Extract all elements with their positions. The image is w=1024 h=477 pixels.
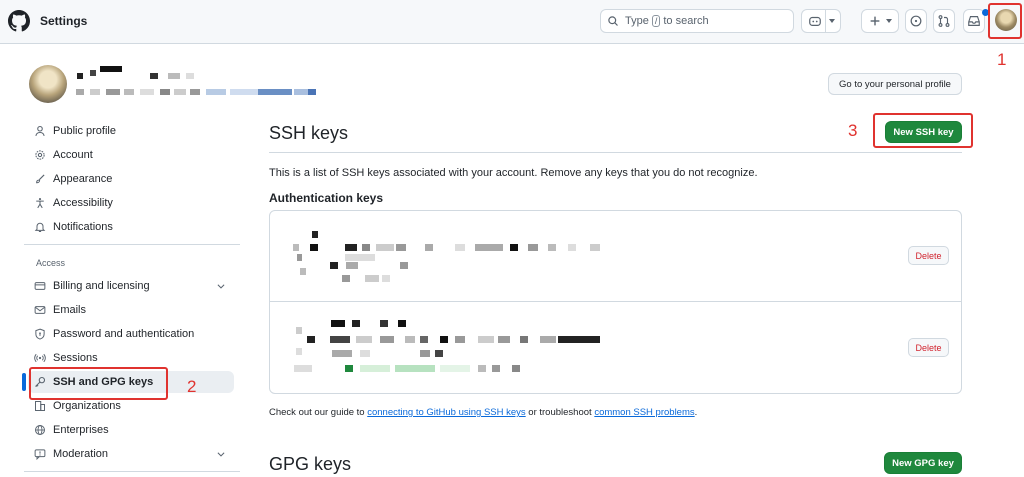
copilot-button[interactable] bbox=[801, 9, 841, 33]
page-title: Settings bbox=[40, 14, 88, 28]
sidebar-item-label: Moderation bbox=[53, 448, 109, 460]
sidebar-divider bbox=[24, 244, 240, 245]
chevron-down-icon bbox=[886, 19, 892, 23]
search-suffix: to search bbox=[663, 15, 709, 27]
profile-avatar bbox=[29, 65, 67, 103]
sidebar-item-label: Notifications bbox=[53, 221, 113, 233]
annotation-number-3: 3 bbox=[848, 121, 858, 140]
sidebar-item-password-authentication[interactable]: Password and authentication bbox=[34, 324, 234, 344]
ssh-guide-link[interactable]: connecting to GitHub using SSH keys bbox=[367, 407, 525, 418]
ssh-help-note: Check out our guide to connecting to Git… bbox=[269, 407, 697, 418]
sidebar-item-emails[interactable]: Emails bbox=[34, 300, 234, 320]
pull-request-icon bbox=[938, 15, 950, 27]
sidebar-item-label: Account bbox=[53, 149, 93, 161]
sidebar-item-moderation[interactable]: Moderation bbox=[34, 444, 234, 464]
broadcast-icon bbox=[34, 353, 46, 363]
sidebar-item-sessions[interactable]: Sessions bbox=[34, 348, 234, 368]
bell-icon bbox=[34, 222, 46, 232]
key-row-divider bbox=[270, 301, 961, 302]
delete-ssh-key-button[interactable]: Delete bbox=[908, 246, 949, 265]
sidebar-item-accessibility[interactable]: Accessibility bbox=[34, 193, 234, 213]
help-prefix: Check out our guide to bbox=[269, 407, 365, 418]
sidebar-item-enterprises[interactable]: Enterprises bbox=[34, 420, 234, 440]
inbox-icon bbox=[968, 16, 980, 26]
ssh-keys-title: SSH keys bbox=[269, 123, 349, 143]
sidebar-item-public-profile[interactable]: Public profile bbox=[34, 121, 234, 141]
help-end: . bbox=[694, 407, 698, 418]
create-new-button[interactable] bbox=[861, 9, 899, 33]
annotation-box-2 bbox=[29, 367, 168, 400]
issues-button[interactable] bbox=[905, 9, 927, 33]
copilot-icon bbox=[808, 16, 821, 26]
sidebar-item-label: Password and authentication bbox=[53, 328, 195, 340]
new-gpg-key-button[interactable]: New GPG key bbox=[884, 452, 962, 474]
search-prefix: Type bbox=[625, 15, 649, 27]
authentication-keys-heading: Authentication keys bbox=[269, 191, 384, 205]
ssh-description: This is a list of SSH keys associated wi… bbox=[269, 167, 758, 179]
paintbrush-icon bbox=[36, 174, 45, 184]
sidebar-item-label: Public profile bbox=[53, 125, 116, 137]
gpg-keys-title: GPG keys bbox=[269, 454, 352, 474]
search-icon bbox=[608, 16, 618, 26]
go-to-personal-profile-button[interactable]: Go to your personal profile bbox=[828, 73, 962, 95]
sidebar-heading-access: Access bbox=[36, 258, 66, 268]
annotation-box-3 bbox=[873, 113, 973, 148]
plus-icon bbox=[870, 16, 880, 26]
accessibility-icon bbox=[36, 198, 44, 209]
issue-icon bbox=[910, 15, 922, 27]
ssh-troubleshoot-link[interactable]: common SSH problems bbox=[594, 407, 694, 418]
person-icon bbox=[35, 125, 45, 136]
sidebar-item-label: Appearance bbox=[53, 173, 113, 185]
sidebar-item-notifications[interactable]: Notifications bbox=[34, 217, 234, 237]
chevron-down-icon[interactable] bbox=[216, 281, 226, 291]
credit-card-icon bbox=[34, 282, 46, 290]
search-shortcut-key: / bbox=[651, 15, 661, 27]
sidebar-item-label: Organizations bbox=[53, 400, 121, 412]
sidebar-item-account[interactable]: Account bbox=[34, 145, 234, 165]
help-middle: or troubleshoot bbox=[528, 407, 592, 418]
gear-icon bbox=[35, 150, 45, 160]
annotation-number-2: 2 bbox=[187, 377, 197, 396]
organization-icon bbox=[35, 401, 45, 411]
report-icon bbox=[34, 449, 46, 460]
chevron-down-icon bbox=[828, 19, 835, 23]
github-logo-icon[interactable] bbox=[8, 10, 30, 32]
shield-lock-icon bbox=[35, 328, 45, 340]
section-divider bbox=[269, 152, 962, 153]
annotation-number-1: 1 bbox=[997, 50, 1007, 69]
sidebar-item-appearance[interactable]: Appearance bbox=[34, 169, 234, 189]
sidebar-item-label: Accessibility bbox=[53, 197, 113, 209]
sidebar-item-label: Emails bbox=[53, 304, 87, 316]
sidebar-item-label: Billing and licensing bbox=[53, 280, 150, 292]
pull-requests-button[interactable] bbox=[933, 9, 955, 33]
search-input[interactable]: Type / to search bbox=[600, 9, 794, 33]
sidebar-active-indicator bbox=[22, 373, 26, 391]
delete-ssh-key-button[interactable]: Delete bbox=[908, 338, 949, 357]
chevron-down-icon[interactable] bbox=[216, 449, 226, 459]
sidebar-item-label: Sessions bbox=[53, 352, 98, 364]
sidebar-item-label: Enterprises bbox=[53, 424, 109, 436]
annotation-box-1 bbox=[988, 3, 1022, 39]
mail-icon bbox=[34, 306, 46, 314]
sidebar-divider bbox=[24, 471, 240, 472]
sidebar-item-billing[interactable]: Billing and licensing bbox=[34, 276, 234, 296]
globe-icon bbox=[35, 425, 45, 435]
